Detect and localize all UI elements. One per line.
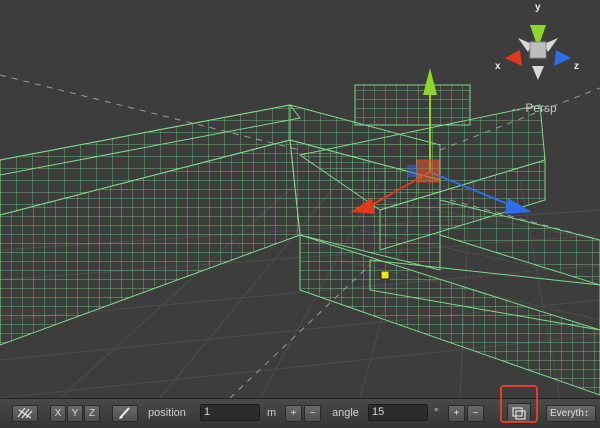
position-increment-button[interactable]: + <box>285 405 302 422</box>
layer-mask-dropdown[interactable]: Everyth↕ <box>546 405 596 422</box>
grid-snap-icon <box>17 407 33 419</box>
scene-viewport[interactable]: y x z ← Persp <box>0 0 600 398</box>
gizmo-x-label: x <box>495 61 501 72</box>
orientation-gizmo <box>505 25 571 80</box>
grid-snap-button[interactable] <box>12 405 38 422</box>
gizmo-y-label: y <box>535 2 541 13</box>
snap-button-highlight <box>500 385 538 423</box>
position-unit: m <box>267 407 277 419</box>
angle-unit: ° <box>434 407 439 419</box>
gizmo-z-label: z <box>574 61 579 72</box>
scene-canvas <box>0 25 600 398</box>
position-label: position <box>148 407 186 419</box>
axis-x-button[interactable]: X <box>50 405 66 422</box>
axis-y-button[interactable]: Y <box>67 405 83 422</box>
gizmo-y-arrow-icon <box>423 68 437 95</box>
brush-tool-button[interactable] <box>112 405 138 422</box>
selection-point <box>380 270 390 280</box>
projection-toggle[interactable]: ← Persp <box>510 101 557 115</box>
axis-z-button[interactable]: Z <box>84 405 100 422</box>
brush-tool-icon <box>119 407 130 419</box>
angle-label: angle <box>332 407 359 419</box>
angle-decrement-button[interactable]: − <box>467 405 484 422</box>
angle-increment-button[interactable]: + <box>448 405 465 422</box>
position-decrement-button[interactable]: − <box>304 405 321 422</box>
position-input[interactable]: 1 <box>200 404 260 421</box>
angle-input[interactable]: 15 <box>368 404 428 421</box>
wall-left <box>0 104 301 346</box>
